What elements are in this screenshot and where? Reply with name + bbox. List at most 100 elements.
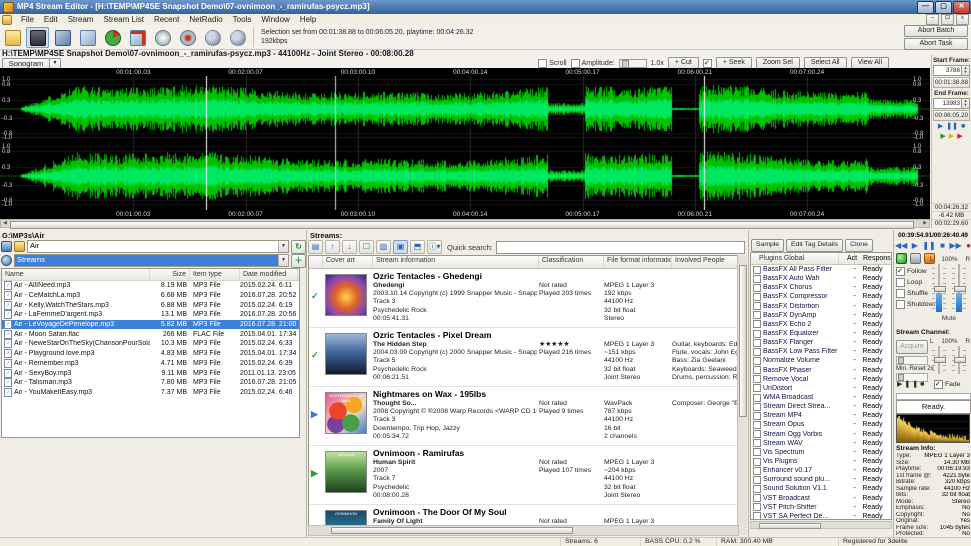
plugin-checkbox[interactable]	[753, 430, 761, 438]
plugins-hscroll-thumb[interactable]	[759, 523, 821, 529]
edit-tag-details-button[interactable]: Edit Tag Details	[786, 239, 843, 252]
menu-window[interactable]: Window	[256, 14, 294, 25]
column-header-stream-information[interactable]: Stream information	[373, 256, 539, 268]
selection-pause-button[interactable]: ❚❚	[946, 123, 958, 131]
rewind-button[interactable]: ◀◀	[895, 241, 907, 251]
plugin-row[interactable]: Sound Solution V1.1-Ready	[751, 484, 891, 493]
disc-record-icon[interactable]	[176, 27, 199, 48]
clone-button[interactable]: Clone	[845, 239, 873, 252]
cube-add-icon[interactable]	[126, 27, 149, 48]
plugin-row[interactable]: VST Pitch-Shifter-Ready	[751, 503, 891, 512]
file-row[interactable]: ♪Air - LaFemmeD'argent.mp313.1 MBMP3 Fil…	[2, 310, 299, 320]
column-header-act[interactable]: Act	[839, 253, 855, 264]
volume-slider-left[interactable]	[932, 264, 946, 312]
plugin-checkbox[interactable]	[753, 348, 761, 356]
checkbox-icon[interactable]: ☐	[359, 240, 374, 254]
column-header-name[interactable]: Name	[2, 269, 150, 280]
channel-volume-left[interactable]	[932, 346, 946, 374]
menu-netradio[interactable]: NetRadio	[184, 14, 227, 25]
plugin-checkbox[interactable]	[753, 467, 761, 475]
pause-button[interactable]: ❚❚	[922, 241, 935, 251]
plugin-row[interactable]: BassFX Flanger-Ready	[751, 338, 891, 347]
plugin-checkbox[interactable]	[753, 494, 761, 502]
forward-button[interactable]: ▶▶	[949, 241, 961, 251]
file-table-header[interactable]: NameSizeItem typeDate modified	[2, 269, 299, 281]
open-file-icon[interactable]	[1, 27, 24, 48]
abort-batch-button[interactable]: Abort Batch	[904, 25, 968, 37]
plugin-checkbox[interactable]	[753, 357, 761, 365]
fade-checkbox[interactable]	[934, 380, 943, 389]
file-row[interactable]: ♪Air - AllINeed.mp38.19 MBMP3 File2015.0…	[2, 281, 299, 291]
pie-chart-icon[interactable]	[101, 27, 124, 48]
streams-hscrollbar[interactable]	[308, 525, 739, 536]
plugin-row[interactable]: Stream Opus-Ready	[751, 420, 891, 429]
info-icon[interactable]: ⓘ▾	[427, 240, 442, 254]
play-yellow-button[interactable]: ▶	[949, 133, 954, 141]
plugin-row[interactable]: UnDistort-Ready	[751, 384, 891, 393]
amplitude-checkbox[interactable]	[571, 59, 580, 68]
waveform-panel[interactable]: 00:01:00.0300:02:00.0700:03:00.1000:04:0…	[0, 68, 930, 219]
sample-button[interactable]: Sample	[751, 239, 784, 252]
acquire-button[interactable]: Acquire	[896, 340, 928, 354]
gears-tools-icon[interactable]	[226, 27, 249, 48]
plugin-checkbox[interactable]	[753, 339, 761, 347]
plugin-checkbox[interactable]	[753, 458, 761, 466]
channel-stop-button[interactable]: ■	[920, 381, 926, 388]
menu-edit[interactable]: Edit	[39, 14, 63, 25]
plugin-row[interactable]: Stream MP4-Ready	[751, 411, 891, 420]
folder-combobox[interactable]: Air▼	[27, 240, 289, 253]
plugin-checkbox[interactable]	[753, 384, 761, 392]
plugins-table-header[interactable]: Plugins GlobalActResponse	[751, 253, 891, 265]
abort-task-button[interactable]: Abort Task	[904, 38, 968, 50]
add-button[interactable]: ＋	[291, 254, 306, 268]
menu-file[interactable]: File	[16, 14, 39, 25]
waveform-hscrollbar[interactable]: ◀ ▶	[0, 219, 930, 228]
plugin-row[interactable]: Stream WAV-Ready	[751, 439, 891, 448]
column-header-involved-people[interactable]: Involved People	[672, 256, 738, 268]
plugin-row[interactable]: BassFX DynAmp-Ready	[751, 311, 891, 320]
play-green-button[interactable]: ▶	[940, 133, 945, 141]
menu-recent[interactable]: Recent	[149, 14, 184, 25]
plugin-checkbox[interactable]	[753, 275, 761, 283]
stream-row[interactable]: ▶ovnimoonOvnimoon - RamirufasHuman Spiri…	[309, 446, 746, 505]
shuffle-checkbox[interactable]	[896, 289, 905, 298]
close-button[interactable]: ✕	[953, 1, 970, 14]
plugin-row[interactable]: BassFX Distortion-Ready	[751, 302, 891, 311]
plugin-row[interactable]: BassFX Echo 2-Ready	[751, 320, 891, 329]
file-row[interactable]: ♪Air - Kelly,WatchTheStars.mp36.88 MBMP3…	[2, 300, 299, 310]
stream-row[interactable]: ▶NIGHTMARES ON WAXNightmares on Wax - 19…	[309, 387, 746, 446]
plugin-row[interactable]: BassFX Compressor-Ready	[751, 292, 891, 301]
plugin-row[interactable]: Vis Plugins-Ready	[751, 457, 891, 466]
selection-play-button[interactable]: ▶	[938, 123, 943, 131]
device-icon[interactable]	[910, 253, 921, 264]
column-header-marker[interactable]	[309, 256, 323, 268]
plugin-checkbox[interactable]	[753, 302, 761, 310]
preset-icon[interactable]: ▣	[393, 240, 408, 254]
menu-tools[interactable]: Tools	[228, 14, 257, 25]
waveform-hscroll-thumb[interactable]	[10, 221, 914, 229]
plugin-row[interactable]: Normalize Volume-Ready	[751, 356, 891, 365]
online-icon[interactable]	[896, 253, 907, 264]
plugin-row[interactable]: BassFX Equalizer-Ready	[751, 329, 891, 338]
plugin-checkbox[interactable]	[753, 320, 761, 328]
minimize-button[interactable]: —	[917, 1, 934, 14]
column-header-file-format-information[interactable]: File format information	[604, 256, 672, 268]
file-row[interactable]: ♪Air - Playground love.mp34.83 MBMP3 Fil…	[2, 349, 299, 359]
plugin-row[interactable]: WMA Broadcast-Ready	[751, 393, 891, 402]
play-button[interactable]: ▶	[912, 241, 918, 251]
plugin-checkbox[interactable]	[753, 476, 761, 484]
page-icon[interactable]: ▤	[308, 240, 323, 254]
stream-table-header[interactable]: Cover artStream informationClassificatio…	[309, 256, 746, 269]
amplitude-slider[interactable]	[619, 59, 647, 68]
scroll-left-arrow[interactable]: ◀	[1, 220, 9, 227]
plugin-checkbox[interactable]	[753, 330, 761, 338]
channel-volume-right[interactable]	[952, 346, 966, 374]
plugin-checkbox[interactable]	[753, 403, 761, 411]
plugin-checkbox[interactable]	[753, 448, 761, 456]
column-header-cover-art[interactable]: Cover art	[323, 256, 373, 268]
channel-slider-1[interactable]	[896, 356, 928, 365]
plugin-row[interactable]: BassFX Phaser-Ready	[751, 366, 891, 375]
stream-row[interactable]: ✓Ozric Tentacles - Pixel DreamThe Hidden…	[309, 328, 746, 387]
mdi-restore-button[interactable]: ⊡	[941, 14, 954, 25]
maximize-button[interactable]: ▢	[935, 1, 952, 14]
